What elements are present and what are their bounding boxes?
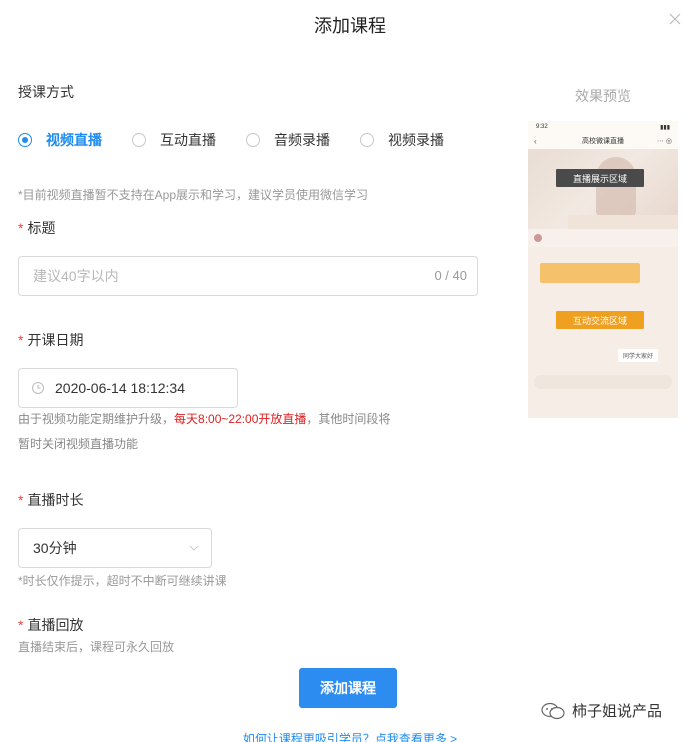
title-input-wrapper: 0 / 40 <box>18 256 478 296</box>
avatar <box>534 234 542 242</box>
chat-bubble <box>540 263 640 283</box>
desk-image <box>568 215 678 229</box>
wechat-icon <box>541 702 565 719</box>
start-date-picker[interactable]: 2020-06-14 18:12:34 <box>18 368 238 408</box>
help-link[interactable]: 如何让课程更吸引学员？点我查看更多 > <box>0 730 700 742</box>
start-date-value: 2020-06-14 18:12:34 <box>55 380 185 396</box>
chevron-down-icon <box>189 545 199 551</box>
title-char-counter: 0 / 40 <box>434 268 467 283</box>
replay-hint: 直播结束后，课程可永久回放 <box>18 640 175 654</box>
start-date-label: * 开课日期 <box>18 332 84 348</box>
teaching-mode-group: 视频直播 互动直播 音频录播 视频录播 <box>18 130 474 150</box>
duration-value: 30分钟 <box>33 540 77 556</box>
phone-nav-bar: ‹ 高校微课直播 ⋯ ◎ <box>528 133 678 149</box>
start-date-note: 由于视频功能定期维护升级，每天8:00~22:00开放直播，其他时间段将 <box>18 412 391 426</box>
radio-audio-recorded[interactable]: 音频录播 <box>246 130 330 150</box>
teaching-mode-label: 授课方式 <box>18 84 74 100</box>
radio-unchecked-icon <box>132 133 146 147</box>
title-label: * 标题 <box>18 220 56 236</box>
duration-label: * 直播时长 <box>18 492 84 508</box>
duration-select[interactable]: 30分钟 <box>18 528 212 568</box>
phone-status-bar: 9:32 ▮▮▮ <box>528 121 678 133</box>
reply-bubble: 同学大家好 <box>617 349 658 362</box>
add-course-button[interactable]: 添加课程 <box>299 668 397 708</box>
phone-host-bar <box>528 229 678 247</box>
duration-hint: *时长仅作提示，超时不中断可继续讲课 <box>18 574 227 588</box>
phone-video-area <box>528 149 678 229</box>
radio-video-recorded[interactable]: 视频录播 <box>360 130 444 150</box>
interaction-area-tag: 互动交流区域 <box>556 311 644 329</box>
title-input[interactable] <box>33 257 413 295</box>
presenter-image <box>596 157 636 217</box>
radio-unchecked-icon <box>360 133 374 147</box>
close-icon[interactable] <box>668 12 682 26</box>
clock-icon <box>32 382 44 394</box>
teaching-mode-hint: *目前视频直播暂不支持在App展示和学习，建议学员使用微信学习 <box>18 188 369 202</box>
radio-video-live[interactable]: 视频直播 <box>18 130 102 150</box>
start-date-note-line2: 暂时关闭视频直播功能 <box>18 437 139 451</box>
preview-title: 效果预览 <box>575 88 631 104</box>
radio-unchecked-icon <box>246 133 260 147</box>
radio-interactive-live[interactable]: 互动直播 <box>132 130 216 150</box>
more-icon: ⋯ ◎ <box>656 138 672 145</box>
phone-chat-input <box>534 375 672 389</box>
radio-checked-icon <box>18 133 32 147</box>
watermark: 柿子姐说产品 <box>540 700 662 721</box>
phone-preview: 9:32 ▮▮▮ ‹ 高校微课直播 ⋯ ◎ 直播展示区域 互动交流区域 同学大家… <box>528 121 678 418</box>
back-icon: ‹ <box>534 136 537 146</box>
dialog-title: 添加课程 <box>314 16 386 36</box>
signal-icon: ▮▮▮ <box>660 124 670 131</box>
video-area-tag: 直播展示区域 <box>556 169 644 187</box>
replay-label: * 直播回放 <box>18 617 84 633</box>
